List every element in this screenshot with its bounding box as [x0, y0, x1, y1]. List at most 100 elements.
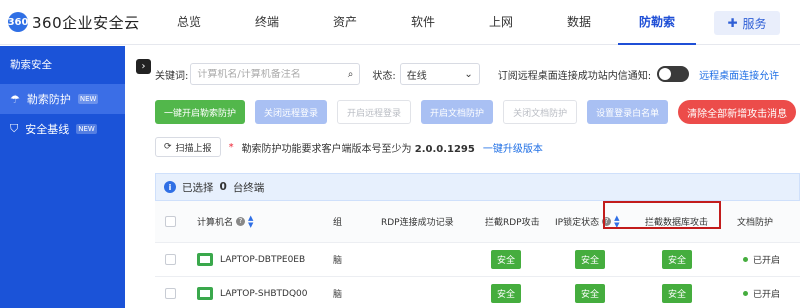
status-badge: 安全 — [575, 250, 606, 269]
nav-internet[interactable]: 上网 — [462, 0, 540, 45]
chevron-right-icon: › — [141, 61, 146, 72]
block-rdp-cell: 安全 — [491, 243, 522, 276]
col-block-rdp: 拦截RDP攻击 — [485, 218, 540, 228]
scan-report-button[interactable]: ⟳ 扫描上报 — [155, 137, 221, 157]
info-icon: i — [164, 181, 176, 193]
computer-name-cell[interactable]: LAPTOP-SHBTDQ00 — [197, 277, 307, 308]
notice-prefix: 勒索防护功能要求客户端版本号至少为 — [241, 143, 412, 155]
windows-pc-icon — [197, 287, 213, 300]
clear-attack-messages-button[interactable]: 清除全部新增攻击消息 — [678, 100, 797, 124]
close-doc-protection-button[interactable]: 关闭文档防护 — [503, 100, 578, 124]
sidebar-item-ransom-protect[interactable]: ☂ 勒索防护 NEW — [0, 84, 125, 114]
col-rdp-log: RDP连接成功记录 — [381, 218, 454, 228]
computer-name-cell[interactable]: LAPTOP-DBTPE0EB — [197, 243, 305, 276]
sidebar-item-label: 安全基线 — [25, 123, 70, 136]
group-cell: 脑 — [333, 256, 343, 266]
remote-desktop-link[interactable]: 远程桌面连接允许 — [699, 67, 779, 82]
search-box: ⌕ — [190, 63, 361, 85]
new-tag: NEW — [77, 94, 99, 104]
keyword-label: 关键词: — [155, 70, 189, 82]
logo-mark: 360 — [8, 12, 28, 32]
login-whitelist-button[interactable]: 设置登录白名单 — [587, 100, 669, 124]
checkbox[interactable] — [165, 254, 176, 265]
nav-data[interactable]: 数据 — [540, 0, 618, 45]
info-row: ⟳ 扫描上报 * 勒索防护功能要求客户端版本号至少为 2.0.0.1295 一键… — [155, 136, 543, 158]
doc-protect-cell: 已开启 — [743, 243, 780, 276]
col-name-label: 计算机名 — [197, 218, 234, 228]
checkbox[interactable] — [165, 288, 176, 299]
block-db-cell: 安全 — [662, 277, 693, 308]
subscribe-label: 订阅远程桌面连接成功站内信通知: — [497, 70, 652, 82]
status-dot — [743, 257, 748, 262]
collapse-sidebar-button[interactable]: › — [136, 59, 151, 74]
service-button[interactable]: ✚ 服务 — [714, 11, 780, 35]
nav-assets[interactable]: 资产 — [306, 0, 384, 45]
nav-endpoint[interactable]: 终端 — [228, 0, 306, 45]
subscribe-toggle[interactable] — [657, 66, 690, 82]
filter-row: 关键词: ⌕ 状态: 在线 ⌄ 订阅远程桌面连接成功站内信通知: 远程桌面连接允… — [155, 62, 779, 86]
sidebar-item-security-baseline[interactable]: ⛉ 安全基线 NEW — [0, 114, 125, 144]
col-name[interactable]: 计算机名 ? ▲ ▼ — [197, 201, 253, 242]
search-input[interactable] — [197, 68, 338, 80]
shield-icon: ⛉ — [10, 122, 19, 135]
logo[interactable]: 360 360企业安全云 — [8, 12, 140, 32]
scan-label: 扫描上报 — [175, 143, 212, 154]
enable-all-protection-button[interactable]: 一键开启勒索防护 — [155, 100, 246, 124]
ip-lock-cell: 安全 — [575, 243, 606, 276]
state-label: 状态: — [372, 70, 396, 82]
required-mark: * — [228, 141, 234, 153]
selection-prefix: 已选择 — [182, 181, 214, 194]
nav-ransomware[interactable]: 防勒索 — [618, 0, 696, 45]
block-db-cell: 安全 — [662, 243, 693, 276]
nav-overview[interactable]: 总览 — [150, 0, 228, 45]
ip-lock-cell: 安全 — [575, 277, 606, 308]
umbrella-icon: ☂ — [10, 92, 20, 106]
logo-text: 360企业安全云 — [32, 13, 140, 32]
chevron-down-icon: ⌄ — [464, 68, 473, 80]
main-content: › 关键词: ⌕ 状态: 在线 ⌄ 订阅远程桌面连接成功站内信通知: 远程桌面连… — [125, 46, 800, 308]
sidebar-item-label: 勒索防护 — [26, 93, 71, 106]
block-rdp-cell: 安全 — [491, 277, 522, 308]
nav-software[interactable]: 软件 — [384, 0, 462, 45]
col-ip-lock-label: IP锁定状态 — [555, 218, 600, 228]
select-all-checkbox[interactable] — [165, 201, 176, 242]
service-label: 服务 — [742, 16, 767, 31]
checkbox[interactable] — [165, 216, 176, 227]
selection-count: 0 — [219, 181, 227, 193]
search-icon[interactable]: ⌕ — [348, 69, 354, 80]
upgrade-link[interactable]: 一键升级版本 — [483, 140, 543, 155]
highlight-annotation — [603, 201, 721, 229]
computer-name[interactable]: LAPTOP-DBTPE0EB — [220, 255, 305, 265]
status-badge: 安全 — [491, 284, 522, 303]
notice-version: 2.0.0.1295 — [414, 143, 475, 155]
version-notice: 勒索防护功能要求客户端版本号至少为 2.0.0.1295 — [242, 140, 475, 155]
computer-name[interactable]: LAPTOP-SHBTDQ00 — [220, 289, 307, 299]
puzzle-icon: ✚ — [727, 16, 738, 30]
status-badge: 安全 — [575, 284, 606, 303]
status-dot — [743, 291, 748, 296]
table-row[interactable]: LAPTOP-SHBTDQ00 脑 安全 安全 安全 已开启 — [155, 277, 800, 308]
action-row: 一键开启勒索防护 关闭远程登录 开启远程登录 开启文档防护 关闭文档防护 设置登… — [155, 99, 797, 125]
help-icon[interactable]: ? — [236, 217, 246, 226]
table-row[interactable]: LAPTOP-DBTPE0EB 脑 安全 安全 安全 已开启 — [155, 243, 800, 277]
col-doc-protect: 文档防护 — [737, 218, 774, 228]
main-nav: 总览 终端 资产 软件 上网 数据 防勒索 — [150, 0, 696, 45]
col-group: 组 — [333, 218, 343, 228]
sidebar: 勒索安全 ☂ 勒索防护 NEW ⛉ 安全基线 NEW — [0, 46, 125, 308]
close-remote-login-button[interactable]: 关闭远程登录 — [255, 100, 328, 124]
row-checkbox-cell[interactable] — [165, 277, 176, 308]
windows-pc-icon — [197, 253, 213, 266]
open-remote-login-button[interactable]: 开启远程登录 — [337, 100, 412, 124]
sidebar-header: 勒索安全 — [10, 59, 52, 71]
refresh-icon: ⟳ — [164, 142, 172, 152]
new-tag: NEW — [76, 124, 97, 134]
doc-protect-status: 已开启 — [753, 256, 781, 266]
status-badge: 安全 — [662, 250, 693, 269]
top-bar: 360 360企业安全云 总览 终端 资产 软件 上网 数据 防勒索 ✚ 服务 — [0, 0, 800, 45]
row-checkbox-cell[interactable] — [165, 243, 176, 276]
open-doc-protection-button[interactable]: 开启文档防护 — [421, 100, 494, 124]
sort-icon[interactable]: ▲ ▼ — [248, 214, 253, 229]
state-select[interactable]: 在线 ⌄ — [399, 63, 480, 85]
selection-suffix: 台终端 — [232, 181, 265, 194]
state-value: 在线 — [406, 70, 427, 82]
